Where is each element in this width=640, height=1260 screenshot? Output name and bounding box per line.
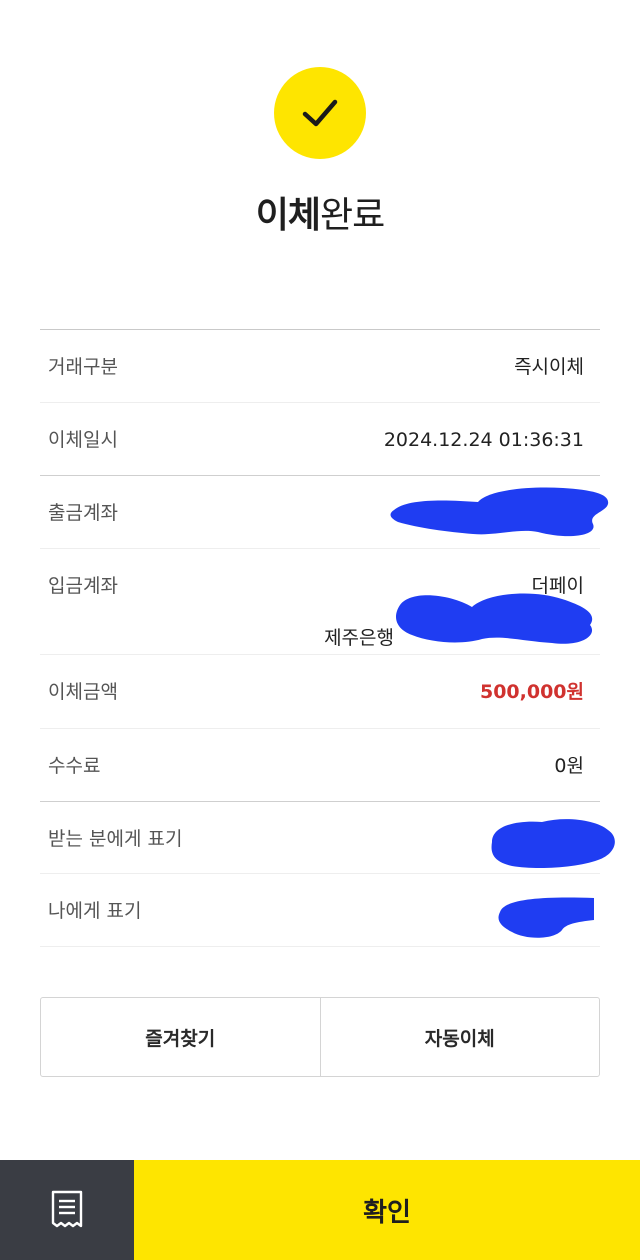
row-transfer-datetime: 이체일시 2024.12.24 01:36:31: [40, 403, 600, 476]
fee-value: 0원: [554, 755, 584, 777]
from-account-label: 출금계좌: [48, 502, 118, 524]
to-account-label: 입금계좌: [48, 575, 118, 597]
bottom-action-bar: 확인: [0, 1160, 640, 1260]
row-transaction-type: 거래구분 즉시이체: [40, 330, 600, 403]
transfer-datetime-label: 이체일시: [48, 429, 118, 451]
favorite-button[interactable]: 즐겨찾기: [41, 998, 320, 1076]
row-recipient-memo: 받는 분에게 표기: [40, 802, 615, 874]
receipt-button[interactable]: [0, 1160, 134, 1260]
fee-label: 수수료: [48, 755, 101, 777]
transaction-type-label: 거래구분: [48, 356, 118, 378]
page-title-rest: 완료: [320, 195, 385, 236]
recipient-memo-label: 받는 분에게 표기: [48, 828, 183, 850]
transfer-datetime-value: 2024.12.24 01:36:31: [383, 429, 584, 451]
row-from-account: 출금계좌: [40, 476, 609, 549]
amount-label: 이체금액: [48, 681, 118, 703]
row-to-account: 입금계좌 더페이 제주은행: [40, 549, 600, 655]
auto-transfer-button[interactable]: 자동이체: [319, 998, 600, 1076]
row-my-memo: 나에게 표기: [40, 874, 600, 947]
transfer-details-table: 거래구분 즉시이체 이체일시 2024.12.24 01:36:31 출금계좌 …: [40, 329, 615, 947]
redaction-mark: [498, 897, 594, 938]
transfer-complete-screen: 이체완료 거래구분 즉시이체 이체일시 2024.12.24 01:36:31 …: [0, 0, 640, 1260]
success-check-badge: [274, 67, 366, 159]
page-title-bold: 이체: [255, 195, 321, 236]
redaction-mark: [390, 487, 609, 537]
receipt-icon: [51, 1190, 83, 1228]
row-fee: 수수료 0원: [40, 729, 600, 802]
my-memo-label: 나에게 표기: [48, 900, 142, 922]
page-title: 이체완료: [0, 190, 640, 242]
secondary-actions: 즐겨찾기 자동이체: [40, 997, 600, 1077]
confirm-button[interactable]: 확인: [134, 1160, 640, 1260]
to-account-bank: 제주은행: [324, 627, 394, 649]
transaction-type-value: 즉시이체: [514, 356, 584, 378]
checkmark-icon: [302, 99, 338, 127]
redaction-mark: [491, 819, 615, 868]
redaction-mark: [396, 593, 593, 644]
row-amount: 이체금액 500,000원: [40, 655, 600, 729]
amount-value: 500,000원: [479, 681, 584, 703]
